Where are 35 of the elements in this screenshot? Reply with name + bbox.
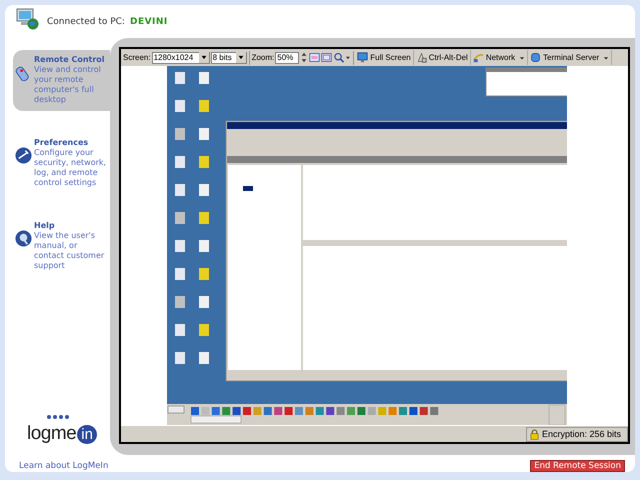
toolbar-button[interactable]: Network — [472, 50, 528, 65]
toolbar-button[interactable]: Terminal Server — [529, 50, 612, 65]
nav-description: View and control your remote computer's full desktop — [34, 65, 102, 105]
nav-item[interactable]: Remote Control View and control your remote computer's full desktop — [13, 50, 110, 111]
nav-title: Remote Control — [34, 55, 106, 65]
color-depth-select[interactable]: 8 bits — [210, 52, 247, 64]
logo: logme in — [27, 415, 110, 445]
nav-description: Configure your security, network, log, and remote control settings — [34, 148, 108, 188]
padlock-icon — [530, 428, 539, 440]
network-icon — [472, 52, 484, 63]
zoom-label: Zoom: — [252, 53, 274, 62]
fit-window-icon[interactable] — [309, 52, 320, 63]
keys-icon — [416, 52, 427, 63]
actual-size-icon[interactable] — [321, 52, 332, 63]
zoom-field[interactable]: 50% — [275, 52, 300, 64]
encryption-text: Encryption: 256 bits — [542, 429, 621, 439]
nav-title: Preferences — [34, 138, 90, 148]
learn-link[interactable]: Learn about LogMeIn — [5, 461, 110, 471]
server-icon — [530, 52, 542, 63]
magnifier-icon[interactable] — [333, 52, 352, 63]
help-icon — [15, 230, 32, 247]
toolbar-button[interactable]: Full Screen — [356, 50, 414, 65]
nav-item[interactable]: Help View the user's manual, or contact customer support — [13, 216, 110, 277]
computer-globe-icon — [15, 8, 39, 30]
wrench-icon — [15, 147, 32, 164]
end-session-button[interactable]: End Remote Session — [530, 460, 625, 472]
resolution-select[interactable]: 1280x1024 — [152, 52, 210, 64]
toolbar-button[interactable]: Ctrl-Alt-Del — [414, 50, 471, 65]
connection-label: Connected to PC: — [47, 16, 125, 26]
nav-description: View the user's manual, or contact customer support — [34, 231, 106, 271]
screen-label: Screen: — [123, 53, 151, 62]
nav-title: Help — [34, 221, 56, 231]
nav-item[interactable]: Preferences Configure your security, network, log, and remote control settings — [13, 133, 110, 194]
monitor-icon — [357, 52, 368, 63]
pc-name: DEVINI — [130, 16, 168, 26]
